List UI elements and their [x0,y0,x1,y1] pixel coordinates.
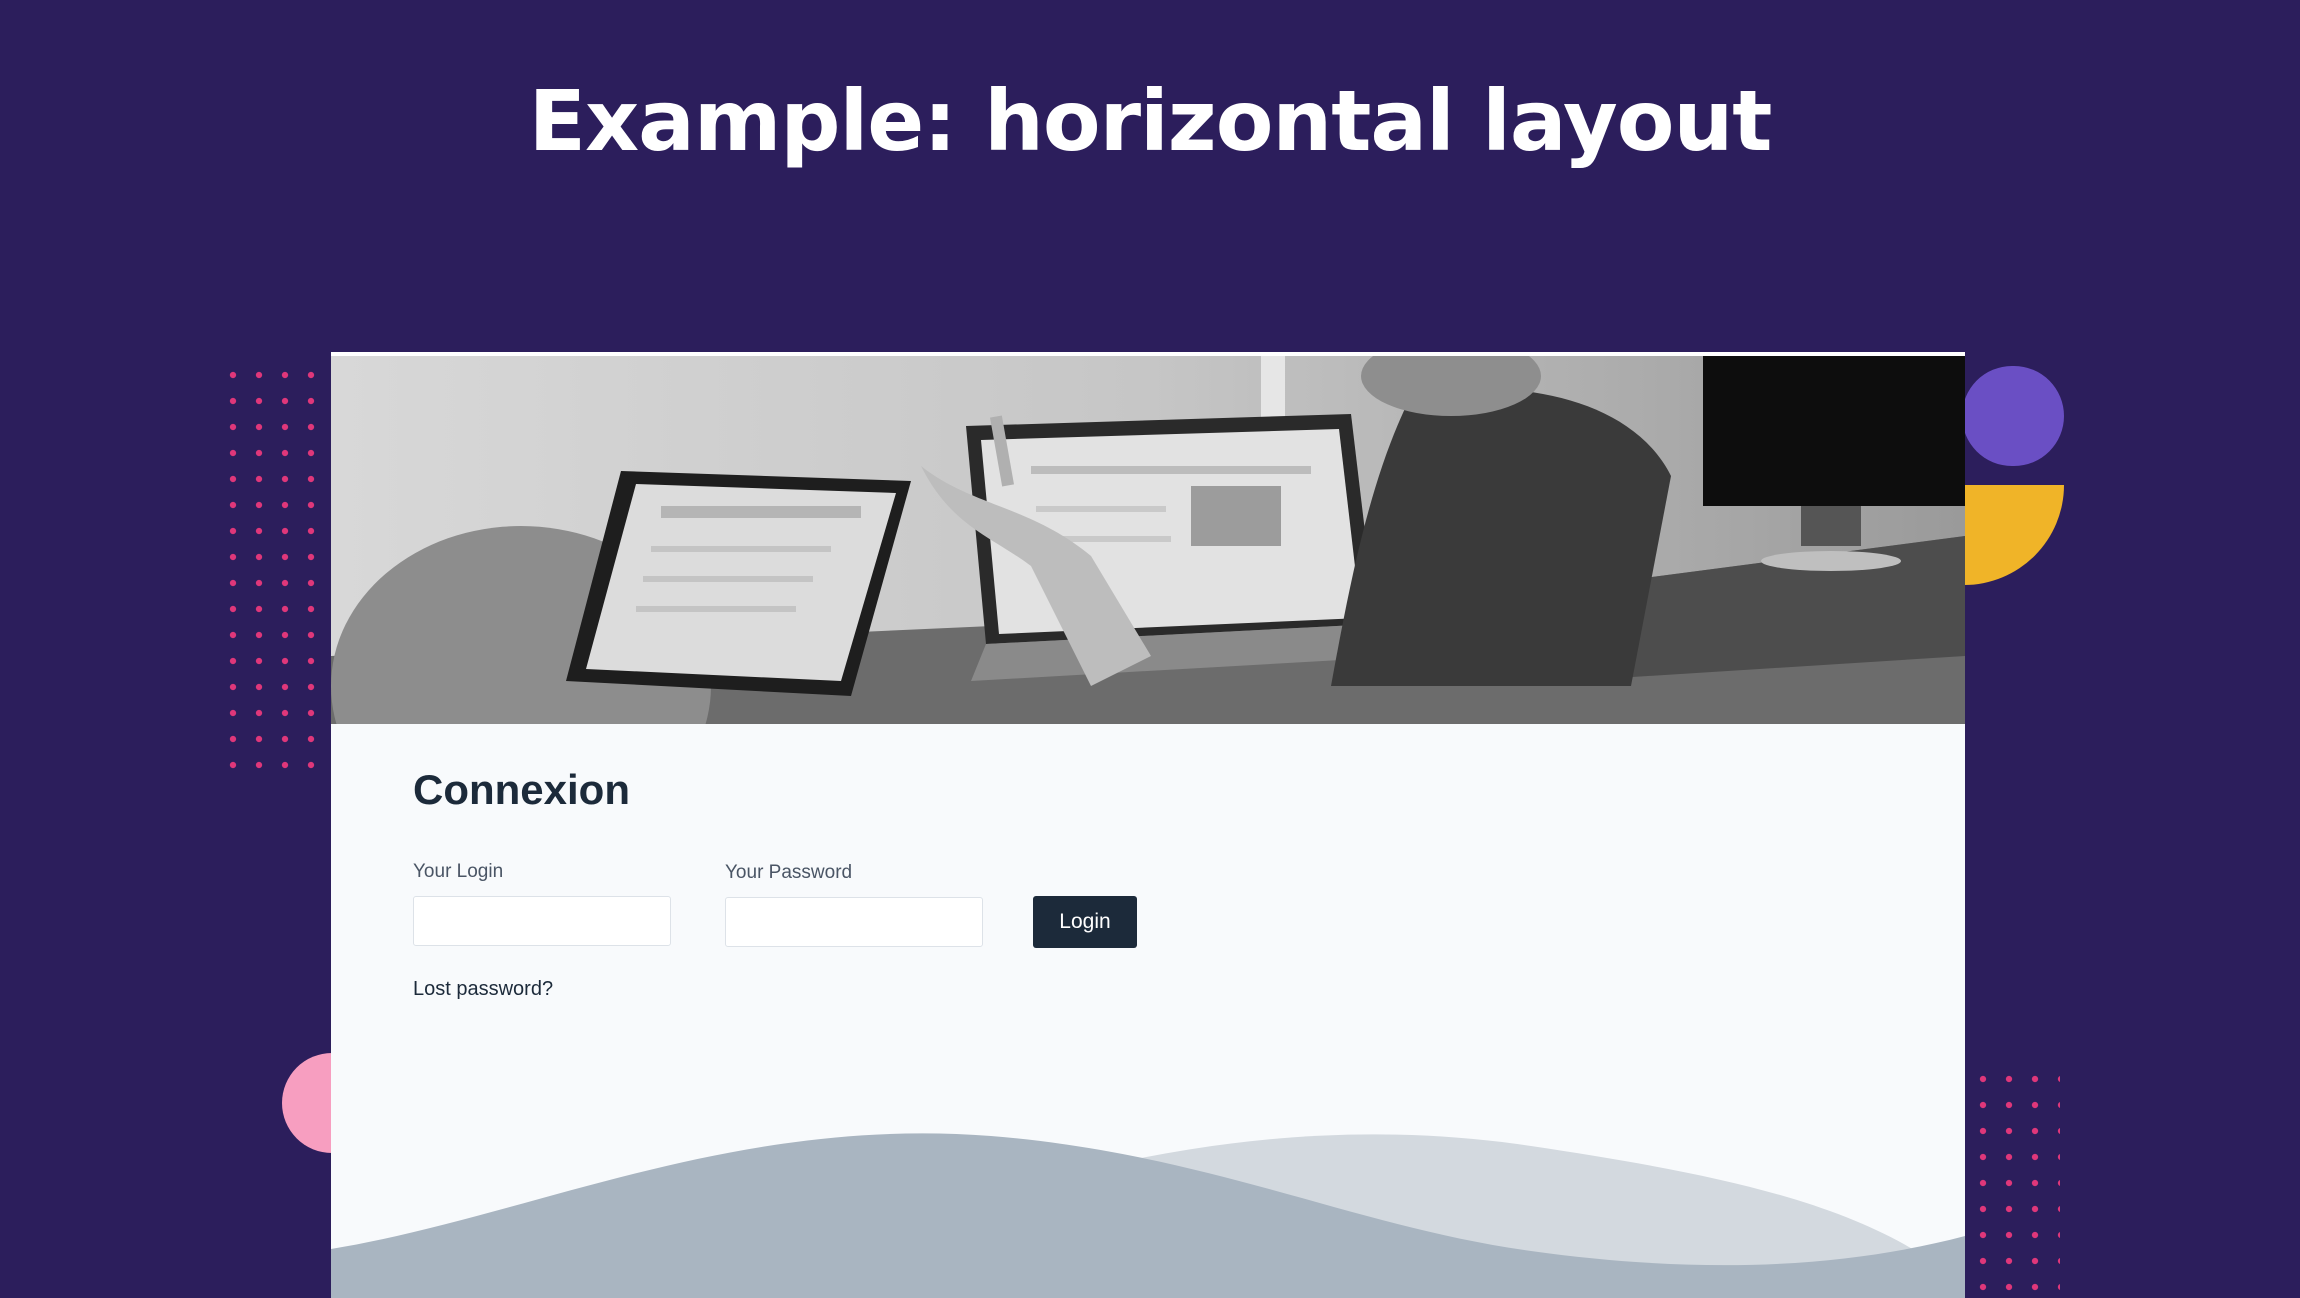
yellow-quarter-decoration [1962,485,2064,585]
page-title: Example: horizontal layout [528,72,1773,170]
login-title: Connexion [413,766,630,813]
purple-blob-decoration [1962,366,2064,466]
dot-pattern-right [1970,1066,2060,1294]
dot-pattern-left [220,362,332,772]
login-input[interactable] [413,896,671,946]
login-button[interactable]: Login [1033,896,1137,948]
office-laptops-photo-icon [331,356,1965,724]
login-card: Connexion Your Login Your Password Login… [331,352,1965,1298]
password-label: Your Password [725,862,853,883]
hero-image [331,356,1965,724]
wave-decoration [331,1133,1965,1298]
password-input[interactable] [725,897,983,947]
login-label: Your Login [413,861,504,882]
lost-password-link[interactable]: Lost password? [413,978,553,1001]
